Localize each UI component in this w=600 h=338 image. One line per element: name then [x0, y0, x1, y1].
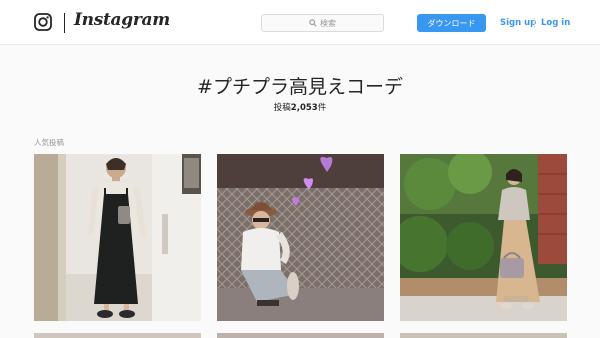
- post-count-suffix: 件: [317, 103, 327, 113]
- photo-garden-outfit: [400, 154, 567, 321]
- logo-divider: [64, 13, 65, 33]
- post-count: 投稿2,053件: [0, 101, 600, 113]
- post-count-prefix: 投稿: [273, 103, 291, 113]
- instagram-camera-icon[interactable]: [34, 13, 52, 31]
- instagram-wordmark-logo[interactable]: Instagram: [74, 10, 170, 30]
- search-input[interactable]: 検索: [261, 14, 384, 32]
- post-thumbnail-3[interactable]: [400, 154, 567, 321]
- post-thumbnail-6-partial[interactable]: [400, 333, 567, 338]
- signup-link[interactable]: Sign up: [500, 18, 536, 28]
- search-placeholder: 検索: [320, 18, 336, 28]
- auth-links-divider: [534, 18, 535, 28]
- photo-hat-fence-hearts: [217, 154, 384, 321]
- top-navigation-bar: Instagram 検索 ダウンロード Sign up Log in: [0, 0, 600, 45]
- login-link[interactable]: Log in: [541, 18, 570, 28]
- search-icon: [309, 19, 317, 27]
- post-thumbnail-1[interactable]: [34, 154, 201, 321]
- top-posts-label: 人気投稿: [34, 138, 64, 147]
- photo-mirror-selfie: [34, 154, 201, 321]
- post-count-number: 2,053: [290, 103, 318, 113]
- hashtag-title: #プチプラ高見えコーデ: [197, 76, 403, 98]
- download-button[interactable]: ダウンロード: [417, 14, 486, 32]
- post-thumbnail-4-partial[interactable]: [34, 333, 201, 338]
- post-thumbnail-5-partial[interactable]: [217, 333, 384, 338]
- post-thumbnail-2[interactable]: [217, 154, 384, 321]
